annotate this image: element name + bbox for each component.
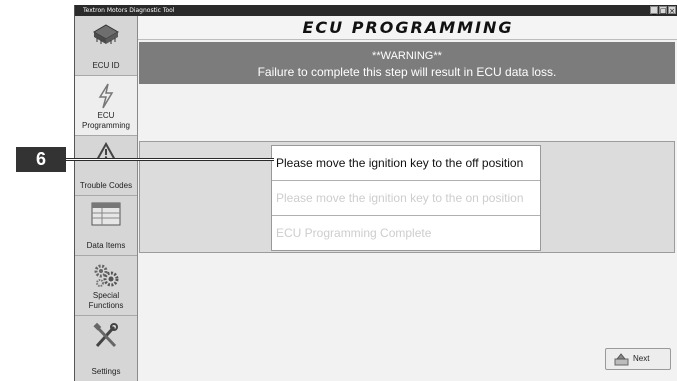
sidebar-item-special-functions[interactable]: Special Functions	[75, 256, 137, 316]
app-title: Textron Motors Diagnostic Tool	[83, 7, 175, 14]
page-title: ECU PROGRAMMING	[138, 16, 677, 40]
gears-icon	[92, 262, 120, 293]
warning-banner: **WARNING** Failure to complete this ste…	[139, 42, 675, 84]
sidebar-item-label: Data Items	[86, 241, 126, 250]
next-arrow-icon	[614, 352, 630, 374]
step-item-complete: ECU Programming Complete	[276, 226, 432, 240]
step-list: Please move the ignition key to the off …	[271, 145, 541, 251]
sidebar: ECU ID ECU Programming Trouble Codes Dat…	[75, 16, 138, 381]
callout-number: 6	[16, 147, 66, 172]
warning-message: Failure to complete this step will resul…	[257, 65, 557, 79]
chip-icon	[92, 22, 120, 53]
minimize-button[interactable]: _	[650, 6, 658, 15]
title-bar: Textron Motors Diagnostic Tool _ □ ×	[75, 5, 677, 16]
tools-icon	[92, 322, 120, 355]
close-button[interactable]: ×	[668, 6, 676, 15]
step-item-key-on: Please move the ignition key to the on p…	[272, 181, 540, 216]
sidebar-item-label: Special Functions	[88, 291, 124, 310]
callout-leader-line	[66, 158, 274, 161]
main-content: ECU PROGRAMMING **WARNING** Failure to c…	[138, 16, 677, 381]
sidebar-item-label: Settings	[91, 367, 121, 376]
sidebar-item-ecu-id[interactable]: ECU ID	[75, 16, 137, 76]
sidebar-item-label: ECU ID	[92, 61, 120, 70]
sidebar-item-label: Trouble Codes	[79, 181, 133, 190]
maximize-button[interactable]: □	[659, 6, 667, 15]
sidebar-item-label: ECU Programming	[81, 111, 130, 130]
step-item-key-off: Please move the ignition key to the off …	[272, 146, 540, 181]
sidebar-item-data-items[interactable]: Data Items	[75, 196, 137, 256]
next-button[interactable]: Next	[605, 348, 671, 370]
app-window: Textron Motors Diagnostic Tool _ □ × ECU…	[74, 5, 677, 381]
data-table-icon	[91, 202, 121, 231]
warning-title: **WARNING**	[372, 50, 442, 62]
window-controls: _ □ ×	[650, 6, 676, 15]
sidebar-item-ecu-programming[interactable]: ECU Programming	[75, 76, 137, 136]
next-button-label: Next	[633, 354, 650, 363]
sidebar-item-settings[interactable]: Settings	[75, 316, 137, 381]
warning-triangle-icon	[95, 141, 117, 167]
sidebar-item-trouble-codes[interactable]: Trouble Codes	[75, 136, 137, 196]
